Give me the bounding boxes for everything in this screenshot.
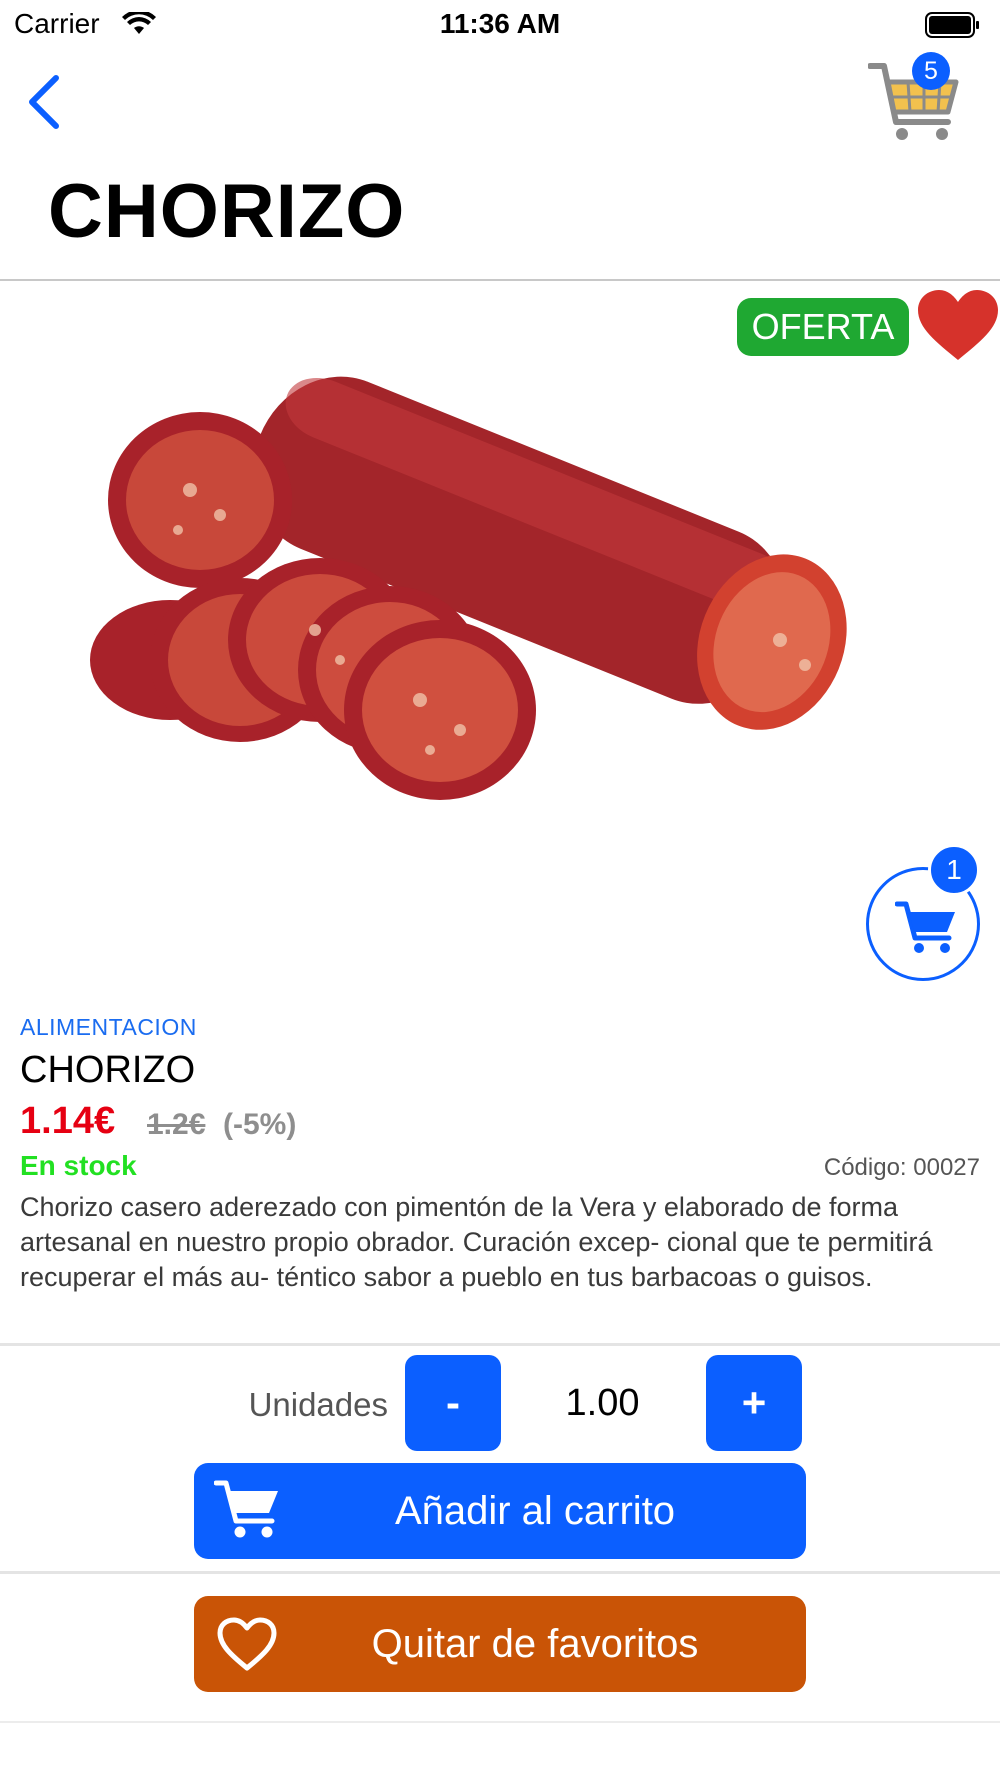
heart-outline-icon <box>217 1617 277 1671</box>
quantity-decrease-button[interactable]: - <box>405 1355 501 1451</box>
add-to-cart-label: Añadir al carrito <box>394 1489 676 1533</box>
heart-filled-icon[interactable] <box>916 288 1000 364</box>
section-divider <box>0 1571 1000 1574</box>
add-to-cart-button[interactable]: Añadir al carrito <box>194 1463 806 1559</box>
category-label[interactable]: ALIMENTACION <box>20 1014 197 1041</box>
stock-status: En stock <box>20 1150 137 1181</box>
bottom-divider <box>0 1721 1000 1723</box>
product-code: Código: 00027 <box>823 1154 980 1181</box>
back-button[interactable] <box>22 72 72 132</box>
status-time: 11:36 AM <box>439 8 561 39</box>
product-description: Chorizo casero aderezado con pimentón de… <box>20 1192 933 1292</box>
offer-badge: OFERTA <box>737 298 909 356</box>
battery-icon <box>925 12 979 38</box>
page-title: CHORIZO <box>48 169 406 254</box>
cart-count-badge: 5 <box>912 52 950 90</box>
in-cart-count-badge: 1 <box>928 844 980 896</box>
chevron-left-icon <box>29 75 59 129</box>
remove-favorite-label: Quitar de favoritos <box>371 1622 699 1666</box>
shopping-cart-icon <box>895 901 955 953</box>
product-name: CHORIZO <box>20 1049 196 1091</box>
header-divider <box>0 279 1000 281</box>
units-label: Unidades <box>248 1386 388 1423</box>
shopping-cart-icon <box>214 1480 278 1538</box>
status-bar: Carrier 11:36 AM <box>0 0 1000 50</box>
discount-percent: (-5%) <box>223 1108 297 1141</box>
current-price: 1.14€ <box>20 1100 116 1142</box>
old-price: 1.2€ <box>147 1108 206 1141</box>
product-image <box>80 376 920 870</box>
quantity-value[interactable]: 1.00 <box>520 1382 685 1425</box>
remove-favorite-button[interactable]: Quitar de favoritos <box>194 1596 806 1692</box>
section-divider <box>0 1343 1000 1346</box>
quantity-increase-button[interactable]: + <box>706 1355 802 1451</box>
